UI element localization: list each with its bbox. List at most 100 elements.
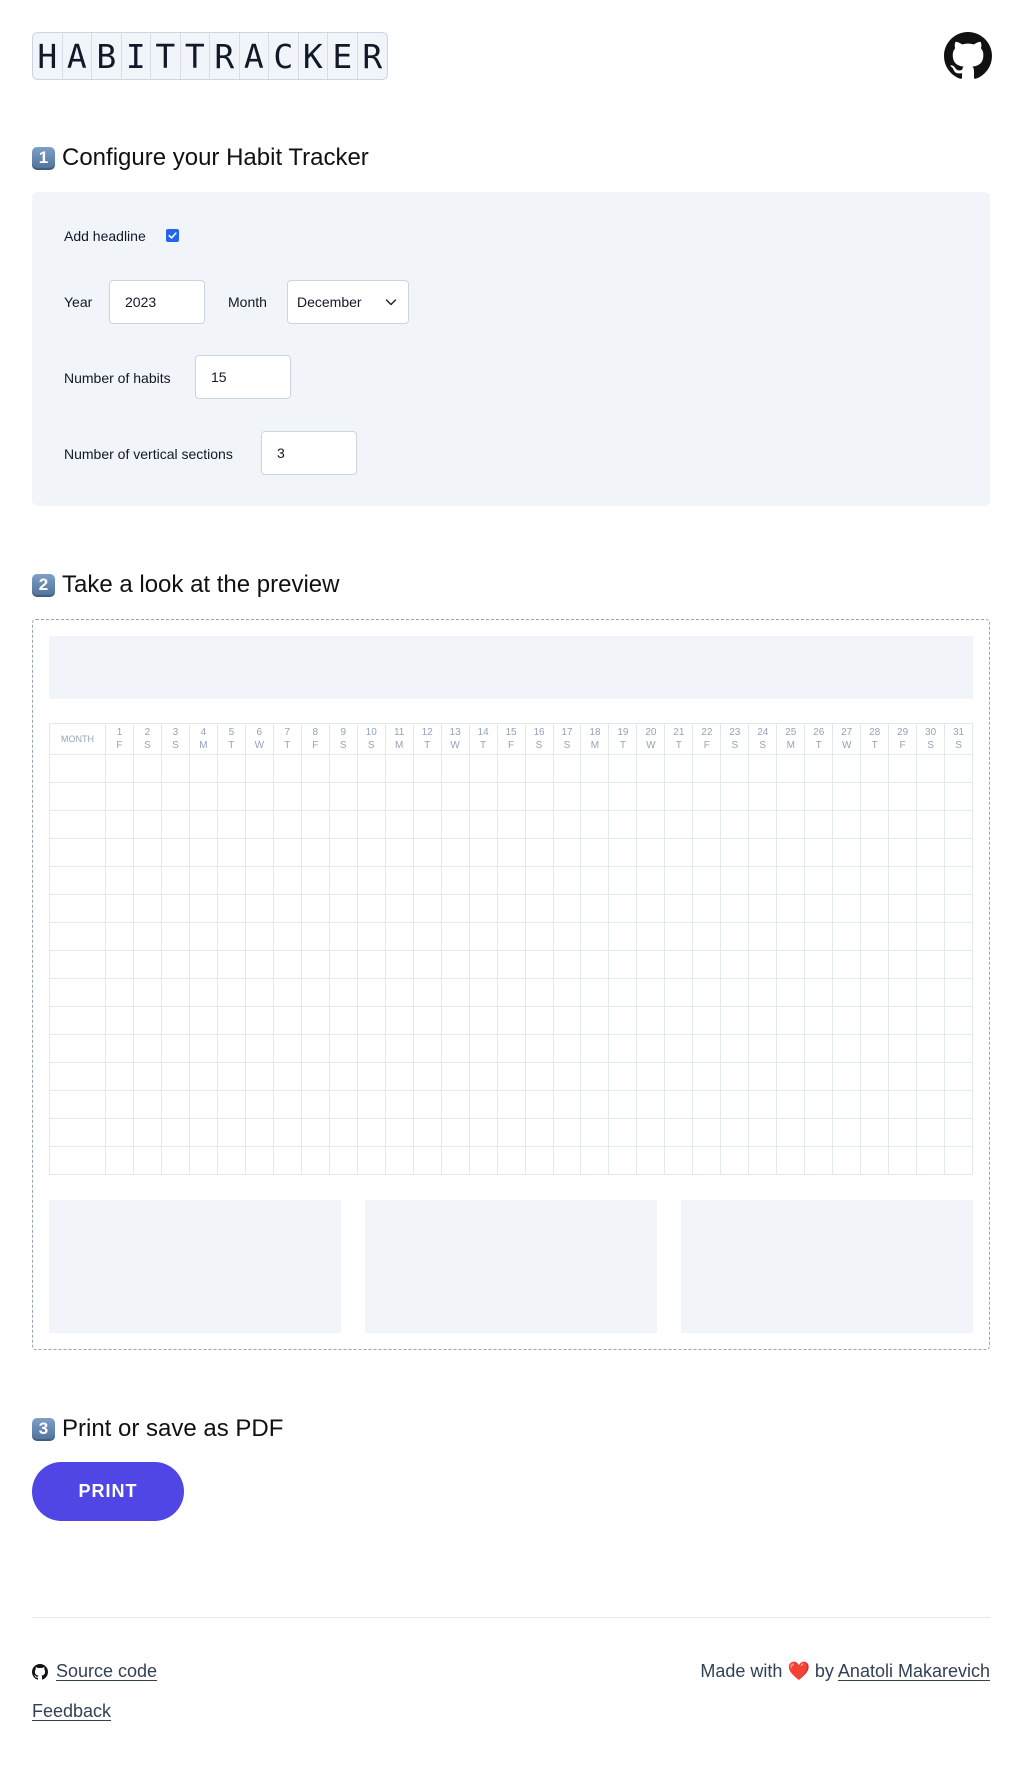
- day-column: 6W: [245, 724, 274, 1174]
- grid-cell: [301, 951, 329, 979]
- grid-cell: [106, 1147, 133, 1174]
- grid-cell: [301, 839, 329, 867]
- grid-cell: [413, 923, 441, 951]
- grid-cell: [749, 1147, 776, 1174]
- grid-cell: [245, 1063, 273, 1091]
- grid-cell: [777, 755, 805, 783]
- grid-cell: [525, 839, 553, 867]
- grid-cell: [497, 811, 525, 839]
- grid-cell: [861, 1147, 888, 1174]
- grid-cell: [273, 1063, 301, 1091]
- sections-label: Number of vertical sections: [64, 446, 233, 462]
- grid-cell: [581, 1035, 609, 1063]
- grid-cell: [693, 1119, 721, 1147]
- add-headline-checkbox[interactable]: [166, 229, 179, 242]
- grid-cell: [581, 783, 609, 811]
- habits-value: 15: [211, 369, 227, 385]
- day-column: 17 S: [553, 724, 582, 1174]
- day-column: 8F: [301, 724, 330, 1174]
- month-label: Month: [228, 294, 267, 310]
- grid-cell: [889, 783, 917, 811]
- day-column: 15 F: [497, 724, 526, 1174]
- checkmark-icon: [168, 232, 177, 239]
- github-icon[interactable]: [944, 32, 992, 80]
- grid-cell: [469, 1091, 497, 1119]
- grid-cell: [329, 783, 357, 811]
- grid-cell: [637, 1091, 665, 1119]
- grid-cell: [777, 951, 805, 979]
- grid-cell: [469, 1035, 497, 1063]
- grid-cell: [805, 1063, 833, 1091]
- grid-cell: [161, 1091, 189, 1119]
- grid-cell: [917, 951, 945, 979]
- grid-cell: [413, 1091, 441, 1119]
- grid-cell: [525, 867, 553, 895]
- grid-cell: [525, 1091, 553, 1119]
- grid-cell: [637, 895, 665, 923]
- grid-cell: [525, 783, 553, 811]
- month-select[interactable]: December: [287, 280, 409, 324]
- grid-cell: [525, 951, 553, 979]
- day-number: 5: [228, 727, 235, 738]
- grid-cell: [833, 979, 861, 1007]
- day-column: 1F: [106, 724, 134, 1174]
- grid-cell: [441, 1091, 469, 1119]
- grid-cell: [749, 951, 777, 979]
- day-number: 3: [172, 727, 179, 738]
- keycap-one-icon: 1: [32, 146, 55, 170]
- grid-cell: [553, 951, 581, 979]
- grid-cell: [525, 979, 553, 1007]
- source-code-link[interactable]: Source code: [56, 1661, 157, 1682]
- grid-cell: [609, 1119, 637, 1147]
- weekday-letter: T: [480, 740, 487, 751]
- grid-cell: [805, 811, 833, 839]
- year-input[interactable]: 2023: [109, 280, 205, 324]
- day-number: 6: [256, 727, 263, 738]
- sections-input[interactable]: 3: [261, 431, 357, 475]
- github-small-icon: [32, 1664, 48, 1680]
- grid-cell: [805, 867, 833, 895]
- grid-cell: [106, 867, 133, 895]
- grid-cell: [245, 951, 273, 979]
- footer-divider: [32, 1617, 990, 1618]
- habits-input[interactable]: 15: [195, 355, 291, 399]
- day-column: 31 S: [945, 724, 973, 1174]
- grid-cell: [693, 839, 721, 867]
- grid-cell: [413, 755, 441, 783]
- grid-cell: [833, 1063, 861, 1091]
- grid-cell: [385, 839, 413, 867]
- grid-cell: [385, 923, 413, 951]
- grid-cell: [581, 867, 609, 895]
- grid-cell: [358, 1147, 385, 1174]
- day-column: 21 T: [665, 724, 694, 1174]
- day-column: 7T: [273, 724, 302, 1174]
- day-number: 30: [925, 727, 937, 738]
- grid-cell: [245, 811, 273, 839]
- grid-cell: [861, 895, 889, 923]
- day-number: 12: [421, 727, 433, 738]
- grid-cell: [749, 839, 777, 867]
- grid-cell: [861, 811, 889, 839]
- grid-cell: [385, 979, 413, 1007]
- grid-cell: [133, 1063, 161, 1091]
- feedback-link[interactable]: Feedback: [32, 1701, 111, 1722]
- day-header: 31 S: [945, 724, 973, 755]
- print-button[interactable]: PRINT: [32, 1462, 184, 1521]
- grid-cell: [553, 867, 581, 895]
- grid-cell: [665, 1147, 692, 1174]
- author-link[interactable]: Anatoli Makarevich: [838, 1661, 990, 1681]
- grid-cell: [357, 1007, 385, 1035]
- grid-cell: [945, 783, 973, 811]
- grid-cell: [189, 867, 217, 895]
- grid-cell: [665, 1007, 693, 1035]
- grid-cell: [273, 811, 301, 839]
- year-label: Year: [64, 294, 93, 310]
- grid-cell: [525, 895, 553, 923]
- habit-grid: MONTH 1 F 2 S 3 S 4 M 5 T 6 W 7 T 8 F 9 S 10 S 11 M 12 T 13 W 14 T 15…: [49, 723, 973, 1175]
- day-column: 4M: [189, 724, 218, 1174]
- grid-cell: [889, 1147, 916, 1174]
- grid-cell: [441, 867, 469, 895]
- grid-cell: [805, 979, 833, 1007]
- keycap-two-icon: 2: [32, 573, 55, 597]
- day-column: 2S: [133, 724, 162, 1174]
